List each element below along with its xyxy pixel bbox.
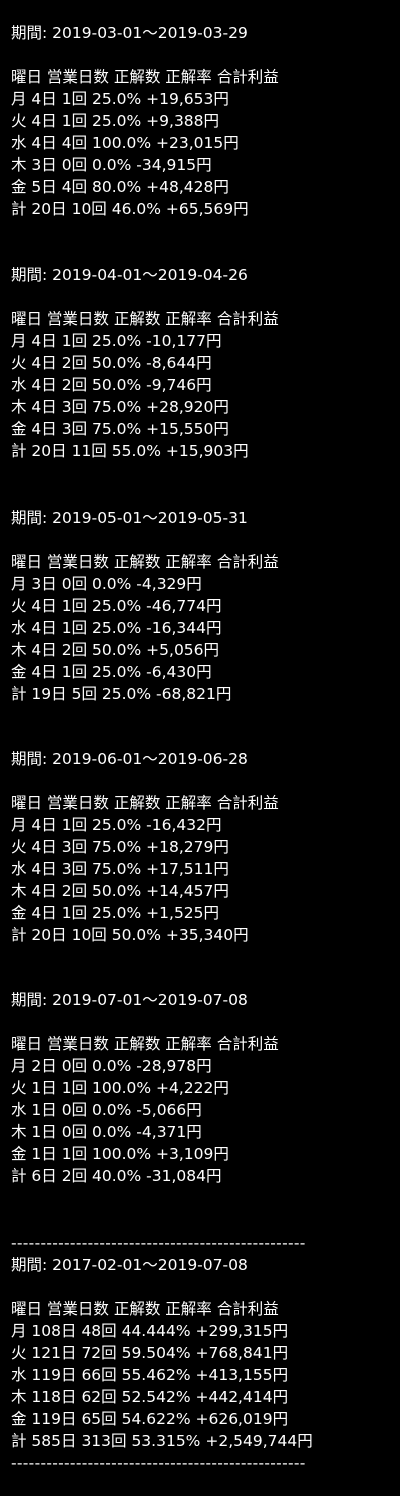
report-page: 期間: 2019-03-01～2019-03-29 曜日 営業日数 正解数 正解… bbox=[0, 0, 400, 1496]
section-1-row-tue: 火 4日 1回 25.0% +9,388円 bbox=[11, 112, 220, 130]
summary-row-tue: 火 121日 72回 59.504% +768,841円 bbox=[11, 1344, 289, 1362]
section-4-row-thu: 木 4日 2回 50.0% +14,457円 bbox=[11, 882, 229, 900]
section-5-row-fri: 金 1日 1回 100.0% +3,109円 bbox=[11, 1145, 229, 1163]
section-5-period: 期間: 2019-07-01～2019-07-08 bbox=[11, 991, 248, 1009]
section-1-row-total: 計 20日 10回 46.0% +65,569円 bbox=[11, 200, 249, 218]
section-2-row-mon: 月 4日 1回 25.0% -10,177円 bbox=[11, 332, 222, 350]
section-2-header: 曜日 営業日数 正解数 正解率 合計利益 bbox=[11, 310, 279, 328]
section-1-header: 曜日 営業日数 正解数 正解率 合計利益 bbox=[11, 68, 279, 86]
section-4-row-wed: 水 4日 3回 75.0% +17,511円 bbox=[11, 860, 229, 878]
section-4-row-mon: 月 4日 1回 25.0% -16,432円 bbox=[11, 816, 222, 834]
summary-row-thu: 木 118日 62回 52.542% +442,414円 bbox=[11, 1388, 289, 1406]
section-5-header: 曜日 営業日数 正解数 正解率 合計利益 bbox=[11, 1035, 279, 1053]
section-3-row-wed: 水 4日 1回 25.0% -16,344円 bbox=[11, 619, 222, 637]
section-1-row-wed: 水 4日 4回 100.0% +23,015円 bbox=[11, 134, 239, 152]
section-5-row-total: 計 6日 2回 40.0% -31,084円 bbox=[11, 1167, 222, 1185]
section-2-row-wed: 水 4日 2回 50.0% -9,746円 bbox=[11, 376, 212, 394]
section-1-row-thu: 木 3日 0回 0.0% -34,915円 bbox=[11, 156, 212, 174]
section-2-row-total: 計 20日 11回 55.0% +15,903円 bbox=[11, 442, 249, 460]
section-2-row-thu: 木 4日 3回 75.0% +28,920円 bbox=[11, 398, 229, 416]
section-5-row-mon: 月 2日 0回 0.0% -28,978円 bbox=[11, 1057, 212, 1075]
section-1-row-fri: 金 5日 4回 80.0% +48,428円 bbox=[11, 178, 229, 196]
section-3-row-mon: 月 3日 0回 0.0% -4,329円 bbox=[11, 575, 202, 593]
section-1-period: 期間: 2019-03-01～2019-03-29 bbox=[11, 24, 248, 42]
section-3-row-tue: 火 4日 1回 25.0% -46,774円 bbox=[11, 597, 222, 615]
bottom-separator: ----------------------------------------… bbox=[11, 1454, 306, 1472]
summary-row-fri: 金 119日 65回 54.622% +626,019円 bbox=[11, 1410, 289, 1428]
summary-row-total: 計 585日 313回 53.315% +2,549,744円 bbox=[11, 1432, 313, 1450]
section-4-row-total: 計 20日 10回 50.0% +35,340円 bbox=[11, 926, 249, 944]
summary-row-mon: 月 108日 48回 44.444% +299,315円 bbox=[11, 1322, 289, 1340]
section-4-row-tue: 火 4日 3回 75.0% +18,279円 bbox=[11, 838, 229, 856]
section-3-period: 期間: 2019-05-01～2019-05-31 bbox=[11, 509, 248, 527]
section-4-header: 曜日 営業日数 正解数 正解率 合計利益 bbox=[11, 794, 279, 812]
section-3-row-thu: 木 4日 2回 50.0% +5,056円 bbox=[11, 641, 220, 659]
section-3-header: 曜日 営業日数 正解数 正解率 合計利益 bbox=[11, 553, 279, 571]
section-4-period: 期間: 2019-06-01～2019-06-28 bbox=[11, 750, 248, 768]
section-5-row-thu: 木 1日 0回 0.0% -4,371円 bbox=[11, 1123, 202, 1141]
section-5-row-wed: 水 1日 0回 0.0% -5,066円 bbox=[11, 1101, 202, 1119]
summary-row-wed: 水 119日 66回 55.462% +413,155円 bbox=[11, 1366, 289, 1384]
section-2-period: 期間: 2019-04-01～2019-04-26 bbox=[11, 266, 248, 284]
section-5-row-tue: 火 1日 1回 100.0% +4,222円 bbox=[11, 1079, 229, 1097]
section-3-row-total: 計 19日 5回 25.0% -68,821円 bbox=[11, 685, 232, 703]
section-4-row-fri: 金 4日 1回 25.0% +1,525円 bbox=[11, 904, 220, 922]
summary-period: 期間: 2017-02-01～2019-07-08 bbox=[11, 1256, 248, 1274]
section-1-row-mon: 月 4日 1回 25.0% +19,653円 bbox=[11, 90, 229, 108]
top-separator: ----------------------------------------… bbox=[11, 1234, 306, 1252]
section-2-row-fri: 金 4日 3回 75.0% +15,550円 bbox=[11, 420, 229, 438]
summary-header: 曜日 営業日数 正解数 正解率 合計利益 bbox=[11, 1300, 279, 1318]
section-3-row-fri: 金 4日 1回 25.0% -6,430円 bbox=[11, 663, 212, 681]
section-2-row-tue: 火 4日 2回 50.0% -8,644円 bbox=[11, 354, 212, 372]
